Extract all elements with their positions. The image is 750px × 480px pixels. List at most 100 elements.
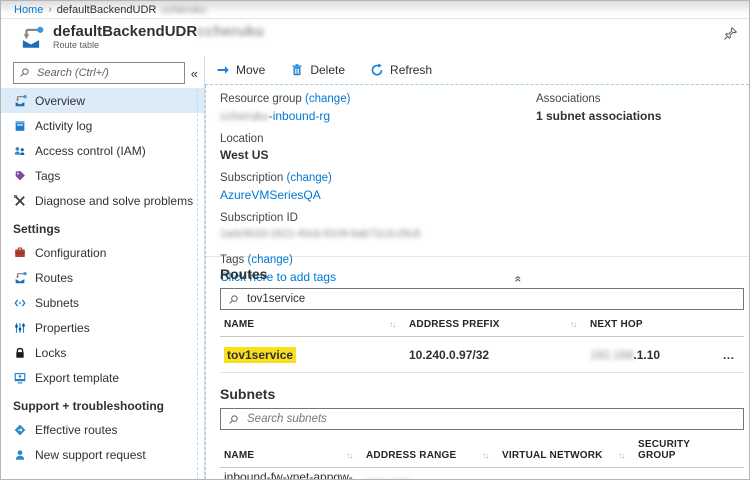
tags-change-link[interactable]: (change) [248, 254, 293, 266]
sidebar-nav: Overview Activity log Access control (IA… [1, 88, 204, 467]
sidebar-collapse-icon[interactable]: « [188, 67, 201, 80]
sort-icon[interactable]: ↑↓ [618, 451, 624, 460]
pin-icon[interactable] [723, 26, 738, 41]
sidebar-item-label: Tags [35, 169, 60, 183]
page-header: defaultBackendUDRccheruku Route table [1, 19, 749, 56]
sidebar-item-label: Diagnose and solve problems [35, 194, 193, 208]
tag-icon [13, 169, 27, 183]
resource-group-label: Resource group [220, 93, 302, 105]
delete-button[interactable]: Delete [290, 63, 345, 77]
sidebar-item-export-template[interactable]: Export template [1, 365, 204, 390]
sidebar-item-label: Activity log [35, 119, 92, 133]
route-name-highlighted: tov1service [224, 347, 296, 363]
lock-icon [13, 346, 27, 360]
subnets-section: Subnets NAME↑↓ ADDRESS RANGE↑↓ VIRTUAL N… [206, 373, 749, 480]
overview-content: Resource group (change) ccheruku-inbound… [205, 85, 749, 480]
essentials-left-column: Resource group (change) ccheruku-inbound… [220, 92, 536, 293]
sidebar-section-support: Support + troubleshooting [1, 390, 204, 417]
subnets-col-security-group[interactable]: SECURITY GROUP [638, 439, 700, 461]
sidebar-item-label: New support request [35, 448, 146, 462]
resource-group-change-link[interactable]: (change) [305, 93, 350, 105]
sidebar-item-new-support-request[interactable]: New support request [1, 442, 204, 467]
move-label: Move [236, 63, 265, 77]
tags-label: Tags [220, 254, 244, 266]
page-subtitle: Route table [53, 41, 264, 50]
sidebar-item-routes[interactable]: Routes [1, 265, 204, 290]
subnets-icon [13, 296, 27, 310]
row-context-menu-icon[interactable]: … [714, 348, 744, 362]
page-titles: defaultBackendUDRccheruku Route table [53, 24, 264, 50]
breadcrumb: Home › defaultBackendUDRccheruku [1, 1, 749, 19]
subnets-col-address-range[interactable]: ADDRESS RANGE [366, 450, 456, 461]
sidebar-item-tags[interactable]: Tags [1, 163, 204, 188]
page-title-masked: ccheruku [197, 23, 264, 40]
subnets-col-name[interactable]: NAME [224, 450, 254, 461]
sidebar-item-label: Subnets [35, 296, 79, 310]
refresh-button[interactable]: Refresh [370, 63, 432, 77]
sidebar-item-label: Effective routes [35, 423, 118, 437]
move-button[interactable]: Move [216, 63, 265, 77]
resource-group-link[interactable]: -inbound-rg [269, 109, 330, 123]
support-person-icon [13, 448, 27, 462]
azure-portal-window: Home › defaultBackendUDRccheruku default… [0, 0, 750, 480]
sidebar-item-label: Locks [35, 346, 66, 360]
sidebar-item-subnets[interactable]: Subnets [1, 290, 204, 315]
table-row[interactable]: inbound-fw-vnet-appgw-sub... 192.168.3.0… [220, 468, 744, 480]
sort-icon[interactable]: ↑↓ [346, 451, 352, 460]
subnets-table-header: NAME ↑↓ ADDRESS RANGE ↑↓ VIRTUAL NETWORK ↑↓… [220, 430, 744, 468]
subscription-link[interactable]: AzureVMSeriesQA [220, 188, 321, 202]
essentials-right-column: Associations 1 subnet associations [536, 92, 749, 293]
subscription-id-label: Subscription ID [220, 211, 536, 227]
sidebar-item-overview[interactable]: Overview [1, 88, 204, 113]
sidebar-item-locks[interactable]: Locks [1, 340, 204, 365]
search-icon [19, 67, 30, 78]
toolbox-icon [13, 246, 27, 260]
effective-routes-icon [13, 423, 27, 437]
sidebar-item-properties[interactable]: Properties [1, 315, 204, 340]
refresh-label: Refresh [390, 63, 432, 77]
export-template-icon [13, 371, 27, 385]
sidebar-item-activity-log[interactable]: Activity log [1, 113, 204, 138]
sidebar-item-label: Configuration [35, 246, 106, 260]
routes-search-input[interactable] [245, 292, 736, 306]
essentials-section: Resource group (change) ccheruku-inbound… [206, 85, 749, 256]
move-arrow-icon [216, 63, 230, 77]
resource-group-masked: ccheruku [220, 109, 269, 123]
activity-log-icon [13, 119, 27, 133]
toolbar: Move Delete Refresh [205, 56, 749, 85]
table-row[interactable]: tov1service 10.240.0.97/32 192.168.1.10 … [220, 337, 744, 373]
routes-col-address-prefix[interactable]: ADDRESS PREFIX [409, 319, 500, 330]
subscription-change-link[interactable]: (change) [287, 172, 332, 184]
sidebar-item-label: Routes [35, 271, 73, 285]
diagnose-tools-icon [13, 194, 27, 208]
route-table-icon [18, 25, 44, 51]
sidebar-item-configuration[interactable]: Configuration [1, 240, 204, 265]
subscription-label: Subscription [220, 172, 283, 184]
associations-value: 1 subnet associations [536, 108, 749, 124]
subnets-col-virtual-network[interactable]: VIRTUAL NETWORK [502, 450, 603, 461]
sidebar: « Overview Activity log Access control (… [1, 56, 205, 480]
sidebar-item-diagnose[interactable]: Diagnose and solve problems [1, 188, 204, 213]
sidebar-item-label: Properties [35, 321, 90, 335]
breadcrumb-home-link[interactable]: Home [14, 4, 43, 16]
sort-icon[interactable]: ↑↓ [482, 451, 488, 460]
sort-icon[interactable]: ↑↓ [570, 320, 576, 329]
subnet-name: inbound-fw-vnet-appgw-sub... [224, 470, 366, 480]
sidebar-item-effective-routes[interactable]: Effective routes [1, 417, 204, 442]
collapse-essentials-icon[interactable]: « [511, 276, 525, 283]
search-icon [228, 414, 239, 425]
location-value: West US [220, 147, 536, 163]
sidebar-search-input[interactable] [13, 62, 185, 84]
route-address-prefix: 10.240.0.97/32 [409, 348, 590, 362]
subscription-id-masked: 1adc902d-2621-40cb-8109-6ab72c2c26c8 [220, 227, 536, 242]
routes-col-next-hop[interactable]: NEXT HOP [590, 319, 643, 330]
routes-search-box [220, 288, 744, 310]
routes-col-name[interactable]: NAME [224, 319, 254, 330]
sidebar-item-access-control[interactable]: Access control (IAM) [1, 138, 204, 163]
access-control-icon [13, 144, 27, 158]
sort-icon[interactable]: ↑↓ [389, 320, 395, 329]
associations-label: Associations [536, 92, 749, 108]
subnets-search-input[interactable] [245, 412, 736, 426]
route-next-hop-masked: 192.168 [590, 348, 633, 362]
sidebar-item-label: Export template [35, 371, 119, 385]
